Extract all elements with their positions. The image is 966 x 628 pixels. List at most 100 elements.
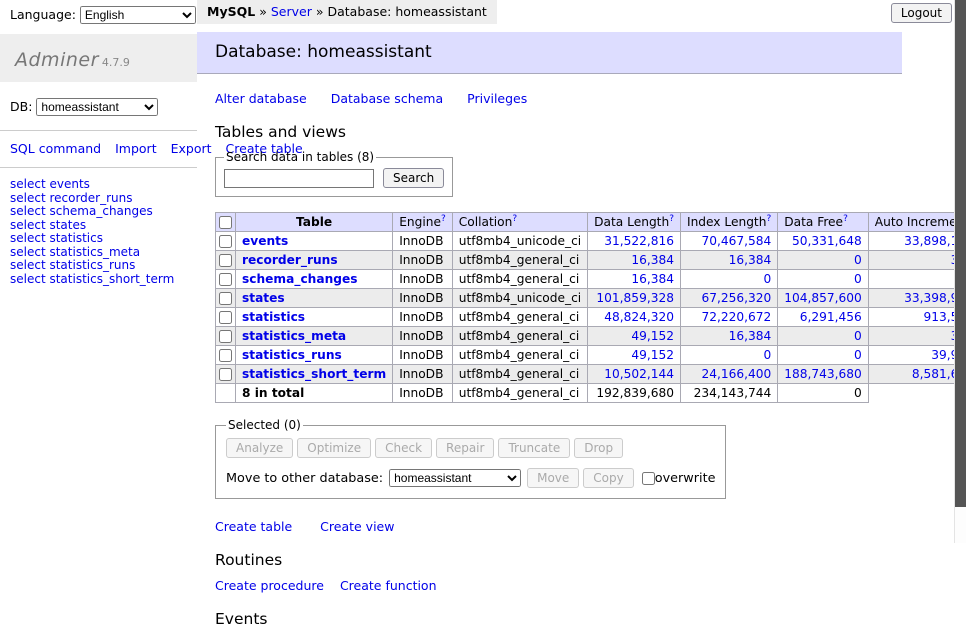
table-name-link[interactable]: schema_changes bbox=[242, 272, 357, 286]
total-data-free-cell: 0 bbox=[778, 384, 869, 403]
db-select[interactable]: homeassistant bbox=[36, 98, 158, 116]
table-name-link[interactable]: recorder_runs bbox=[242, 253, 338, 267]
table-name-link[interactable]: events bbox=[242, 234, 288, 248]
engine-cell: InnoDB bbox=[393, 251, 453, 270]
db-label: DB: bbox=[10, 99, 32, 114]
column-header-index-length: Index Length? bbox=[680, 213, 777, 232]
index-length-cell: 24,166,400 bbox=[680, 365, 777, 384]
auto-increment-cell: 325 bbox=[868, 327, 966, 346]
sidebar-item-select-statistics-runs[interactable]: select statistics_runs bbox=[10, 259, 187, 273]
table-name-link[interactable]: statistics_runs bbox=[242, 348, 342, 362]
move-button[interactable]: Move bbox=[527, 468, 579, 488]
row-checkbox-cell bbox=[216, 251, 236, 270]
table-name-link[interactable]: statistics_short_term bbox=[242, 367, 386, 381]
move-label: Move to other database: bbox=[226, 471, 383, 486]
overwrite-wrap: overwrite bbox=[642, 471, 716, 486]
footer-link-create-table[interactable]: Create table bbox=[215, 519, 292, 534]
sidebar-item-select-recorder-runs[interactable]: select recorder_runs bbox=[10, 192, 187, 206]
row-checkbox[interactable] bbox=[219, 273, 232, 286]
sidebar-action-sql-command[interactable]: SQL command bbox=[10, 141, 101, 156]
sidebar-item-select-statistics-short-term[interactable]: select statistics_short_term bbox=[10, 273, 187, 287]
table-name-cell: states bbox=[236, 289, 393, 308]
row-checkbox[interactable] bbox=[219, 292, 232, 305]
sidebar-item-select-states[interactable]: select states bbox=[10, 219, 187, 233]
total-name-cell: 8 in total bbox=[236, 384, 393, 403]
data-length-cell: 101,859,328 bbox=[588, 289, 681, 308]
truncate-button[interactable]: Truncate bbox=[498, 438, 570, 458]
help-link[interactable]: ? bbox=[843, 214, 848, 224]
data-free-cell: 0 bbox=[778, 327, 869, 346]
auto-increment-cell: 6 bbox=[868, 270, 966, 289]
engine-cell: InnoDB bbox=[393, 289, 453, 308]
index-length-cell: 70,467,584 bbox=[680, 232, 777, 251]
table-name-cell: statistics_runs bbox=[236, 346, 393, 365]
sidebar: Language:English Adminer4.7.9 DB:homeass… bbox=[0, 0, 197, 543]
help-link[interactable]: ? bbox=[669, 214, 674, 224]
select-all-checkbox[interactable] bbox=[219, 216, 232, 229]
language-select[interactable]: English bbox=[80, 6, 196, 24]
breadcrumb: MySQL»Server»Database: homeassistant bbox=[197, 0, 497, 24]
sidebar-item-select-schema-changes[interactable]: select schema_changes bbox=[10, 205, 187, 219]
nav-link-database-schema[interactable]: Database schema bbox=[331, 91, 443, 106]
column-header-data-length: Data Length? bbox=[588, 213, 681, 232]
row-checkbox[interactable] bbox=[219, 235, 232, 248]
nav-link-privileges[interactable]: Privileges bbox=[467, 91, 527, 106]
routine-link-create-function[interactable]: Create function bbox=[340, 578, 437, 593]
drop-button[interactable]: Drop bbox=[574, 438, 623, 458]
row-checkbox-cell bbox=[216, 232, 236, 251]
nav-link-alter-database[interactable]: Alter database bbox=[215, 91, 307, 106]
optimize-button[interactable]: Optimize bbox=[297, 438, 371, 458]
overwrite-label: overwrite bbox=[655, 471, 716, 486]
row-checkbox[interactable] bbox=[219, 311, 232, 324]
sidebar-item-select-statistics-meta[interactable]: select statistics_meta bbox=[10, 246, 187, 260]
sidebar-item-select-events[interactable]: select events bbox=[10, 178, 187, 192]
row-checkbox[interactable] bbox=[219, 349, 232, 362]
routine-links: Create procedure Create function bbox=[215, 578, 954, 593]
column-label: Data Free bbox=[784, 215, 843, 229]
main-area: MySQL»Server»Database: homeassistant Log… bbox=[197, 0, 954, 543]
breadcrumb-separator: » bbox=[316, 4, 324, 19]
footer-link-create-view[interactable]: Create view bbox=[320, 519, 394, 534]
breadcrumb-mysql-link[interactable]: MySQL bbox=[207, 4, 255, 19]
data-free-cell: 6,291,456 bbox=[778, 308, 869, 327]
selected-fieldset: Selected (0) AnalyzeOptimizeCheckRepairT… bbox=[215, 418, 726, 499]
index-length-cell: 0 bbox=[680, 346, 777, 365]
breadcrumb-server-link[interactable]: Server bbox=[271, 4, 312, 19]
check-button[interactable]: Check bbox=[375, 438, 432, 458]
data-length-cell: 31,522,816 bbox=[588, 232, 681, 251]
table-name-link[interactable]: statistics_meta bbox=[242, 329, 346, 343]
sidebar-item-select-statistics[interactable]: select statistics bbox=[10, 232, 187, 246]
index-length-cell: 0 bbox=[680, 270, 777, 289]
collation-cell: utf8mb4_general_ci bbox=[452, 251, 587, 270]
search-input[interactable] bbox=[224, 169, 374, 188]
help-link[interactable]: ? bbox=[766, 214, 771, 224]
logout-button[interactable]: Logout bbox=[891, 3, 952, 23]
vertical-scrollbar[interactable] bbox=[954, 0, 966, 543]
analyze-button[interactable]: Analyze bbox=[226, 438, 293, 458]
sidebar-action-import[interactable]: Import bbox=[115, 141, 157, 156]
repair-button[interactable]: Repair bbox=[436, 438, 494, 458]
overwrite-checkbox[interactable] bbox=[642, 472, 655, 485]
table-row: statistics_metaInnoDButf8mb4_general_ci4… bbox=[216, 327, 966, 346]
row-checkbox-cell bbox=[216, 270, 236, 289]
help-link[interactable]: ? bbox=[512, 214, 517, 224]
topbar: MySQL»Server»Database: homeassistant Log… bbox=[197, 0, 954, 26]
routine-link-create-procedure[interactable]: Create procedure bbox=[215, 578, 324, 593]
adminer-brand: Adminer4.7.9 bbox=[0, 34, 197, 82]
table-name-link[interactable]: statistics bbox=[242, 310, 305, 324]
copy-button[interactable]: Copy bbox=[583, 468, 633, 488]
table-name-link[interactable]: states bbox=[242, 291, 285, 305]
row-checkbox[interactable] bbox=[219, 368, 232, 381]
row-checkbox[interactable] bbox=[219, 254, 232, 267]
move-db-select[interactable]: homeassistant bbox=[389, 469, 521, 487]
column-label: Data Length bbox=[594, 215, 669, 229]
scrollbar-thumb[interactable] bbox=[955, 0, 966, 507]
column-label: Collation bbox=[459, 215, 513, 229]
row-checkbox-cell bbox=[216, 308, 236, 327]
row-checkbox[interactable] bbox=[219, 330, 232, 343]
data-free-cell: 0 bbox=[778, 270, 869, 289]
search-button[interactable]: Search bbox=[383, 168, 444, 188]
help-link[interactable]: ? bbox=[441, 214, 446, 224]
data-free-cell: 104,857,600 bbox=[778, 289, 869, 308]
table-row: statisticsInnoDButf8mb4_general_ci48,824… bbox=[216, 308, 966, 327]
